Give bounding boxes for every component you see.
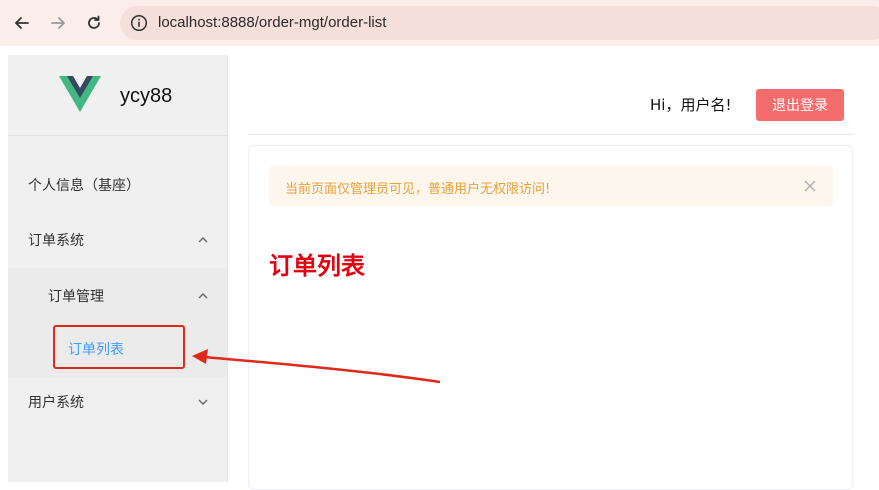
brand-name: ycy88	[120, 85, 173, 107]
sidebar-item-label: 订单管理	[48, 289, 104, 305]
forward-icon[interactable]	[47, 12, 69, 34]
sidebar-item-order-management[interactable]: 订单管理	[8, 268, 227, 324]
sidebar-item-label: 个人信息（基座）	[28, 178, 140, 194]
sidebar-item-profile[interactable]: 个人信息（基座）	[8, 157, 227, 213]
sidebar-item-order-system[interactable]: 订单系统	[8, 212, 227, 268]
vue-logo-icon	[59, 76, 101, 112]
sidebar-item-label: 用户系统	[28, 395, 84, 411]
chevron-down-icon	[198, 399, 208, 405]
close-icon[interactable]	[803, 179, 817, 193]
info-icon[interactable]	[130, 14, 148, 32]
sidebar-item-label: 订单系统	[28, 233, 84, 249]
content-card: 当前页面仅管理员可见，普通用户无权限访问! 订单列表	[248, 145, 853, 490]
page-title: 订单列表	[269, 252, 365, 280]
header-divider	[248, 134, 854, 135]
browser-toolbar: localhost:8888/order-mgt/order-list	[0, 0, 879, 46]
logout-button[interactable]: 退出登录	[756, 89, 844, 121]
reload-icon[interactable]	[83, 12, 105, 34]
address-bar[interactable]: localhost:8888/order-mgt/order-list	[120, 6, 879, 40]
logo-area: ycy88	[8, 55, 227, 136]
sidebar: ycy88 个人信息（基座） 订单系统 订单管理 订单列表 用户系统	[8, 55, 228, 482]
back-icon[interactable]	[11, 12, 33, 34]
sidebar-item-user-system[interactable]: 用户系统	[8, 374, 227, 430]
chevron-up-icon	[198, 237, 208, 243]
annotation-highlight-box	[53, 325, 185, 369]
url-text[interactable]: localhost:8888/order-mgt/order-list	[158, 14, 386, 31]
warning-alert: 当前页面仅管理员可见，普通用户无权限访问!	[269, 166, 833, 206]
chevron-up-icon	[198, 293, 208, 299]
alert-text: 当前页面仅管理员可见，普通用户无权限访问!	[285, 182, 551, 197]
user-greeting: Hi，用户名!	[650, 96, 732, 114]
